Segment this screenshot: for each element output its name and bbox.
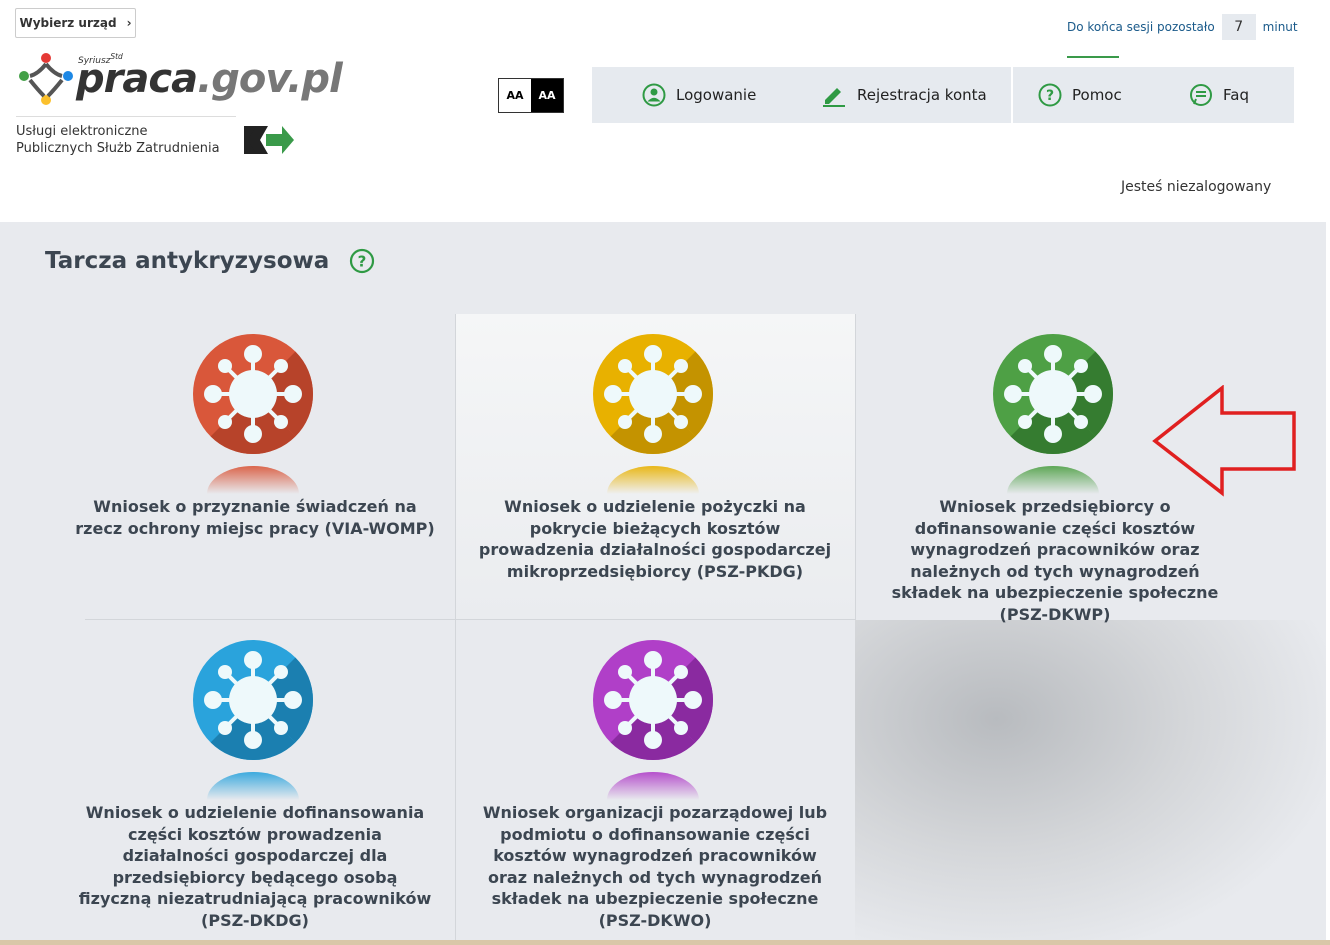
main-content: Tarcza antykryzysowa ? Wniosek o przyzna… <box>0 222 1326 945</box>
tile-label: Wniosek przedsiębiorcy o dofinansowanie … <box>891 497 1219 624</box>
logo-caption: Usługi elektroniczne Publicznych Służb Z… <box>16 123 220 157</box>
select-office-button[interactable]: Wybierz urząd › <box>15 8 136 38</box>
session-timer: Do końca sesji pozostało 7 minut <box>1067 14 1298 40</box>
section-header: Tarcza antykryzysowa ? <box>45 248 375 274</box>
pencil-icon <box>823 88 845 107</box>
contrast-switch: AA AA <box>498 78 564 113</box>
tile-label: Wniosek o udzielenie dofinansowania częś… <box>78 803 432 930</box>
logo-caption-line-2: Publicznych Służb Zatrudnienia <box>16 141 220 156</box>
page-header: Wybierz urząd › SyriuszStd praca.gov.pl … <box>0 0 1330 222</box>
menu-item-help[interactable]: ? Pomoc <box>1013 67 1163 123</box>
menu-item-register-label: Rejestracja konta <box>857 86 987 104</box>
menu-item-faq-label: Faq <box>1223 86 1249 104</box>
top-menu: Logowanie Rejestracja konta ? Pomoc Faq <box>592 67 1294 123</box>
people-logo-icon <box>19 53 73 105</box>
menu-item-register[interactable]: Rejestracja konta <box>811 67 1011 123</box>
menu-item-help-label: Pomoc <box>1072 86 1122 104</box>
login-status: Jesteś niezalogowany <box>1121 179 1272 195</box>
empty-grid-cell <box>855 620 1326 945</box>
bottom-taskbar-edge <box>0 940 1330 945</box>
tile-label: Wniosek organizacji pozarządowej lub pod… <box>482 803 828 930</box>
logo-caption-line-1: Usługi elektroniczne <box>16 124 148 139</box>
session-minutes-value: 7 <box>1221 14 1256 40</box>
svg-text:?: ? <box>1046 88 1054 104</box>
grid-divider <box>855 314 856 620</box>
virus-icon <box>593 334 713 494</box>
logo-gov: .gov.pl <box>197 56 343 102</box>
virus-icon <box>593 640 713 800</box>
page-title: Tarcza antykryzysowa <box>45 248 330 274</box>
grid-divider <box>85 619 855 620</box>
chevron-right-icon: › <box>126 16 132 30</box>
session-underline <box>1067 56 1119 58</box>
help-icon: ? <box>1038 83 1062 107</box>
tile-via-womp[interactable]: Wniosek o przyznanie świadczeń na rzecz … <box>55 314 455 620</box>
tile-psz-pkdg[interactable]: Wniosek o udzielenie pożyczki na pokryci… <box>455 314 855 620</box>
red-arrow-annotation <box>1152 385 1296 497</box>
chat-icon <box>1190 84 1212 106</box>
select-office-label: Wybierz urząd <box>19 16 117 30</box>
session-label: Do końca sesji pozostało <box>1067 20 1215 34</box>
menu-item-login-label: Logowanie <box>676 86 757 104</box>
contrast-high-button[interactable]: AA <box>531 79 563 112</box>
grid-divider <box>455 620 456 945</box>
grid-divider <box>455 314 456 620</box>
virus-icon <box>193 640 313 800</box>
virus-icon <box>193 334 313 494</box>
user-icon <box>642 83 666 107</box>
menu-item-login[interactable]: Logowanie <box>592 67 811 123</box>
menu-item-faq[interactable]: Faq <box>1163 67 1294 123</box>
contrast-normal-button[interactable]: AA <box>499 79 531 112</box>
virus-icon <box>993 334 1113 494</box>
logo-praca: praca <box>76 56 198 102</box>
psz-logo-icon <box>244 126 294 154</box>
tile-psz-dkdg[interactable]: Wniosek o udzielenie dofinansowania częś… <box>55 620 455 930</box>
logo-divider <box>16 116 236 117</box>
svg-text:?: ? <box>358 253 367 271</box>
tile-psz-dkwo[interactable]: Wniosek organizacji pozarządowej lub pod… <box>455 620 855 930</box>
tile-label: Wniosek o udzielenie pożyczki na pokryci… <box>478 497 832 581</box>
help-icon[interactable]: ? <box>349 248 375 274</box>
tile-label: Wniosek o przyznanie świadczeń na rzecz … <box>75 497 435 538</box>
session-unit: minut <box>1262 20 1298 34</box>
praca-gov-logo[interactable]: SyriuszStd praca.gov.pl <box>16 50 343 112</box>
